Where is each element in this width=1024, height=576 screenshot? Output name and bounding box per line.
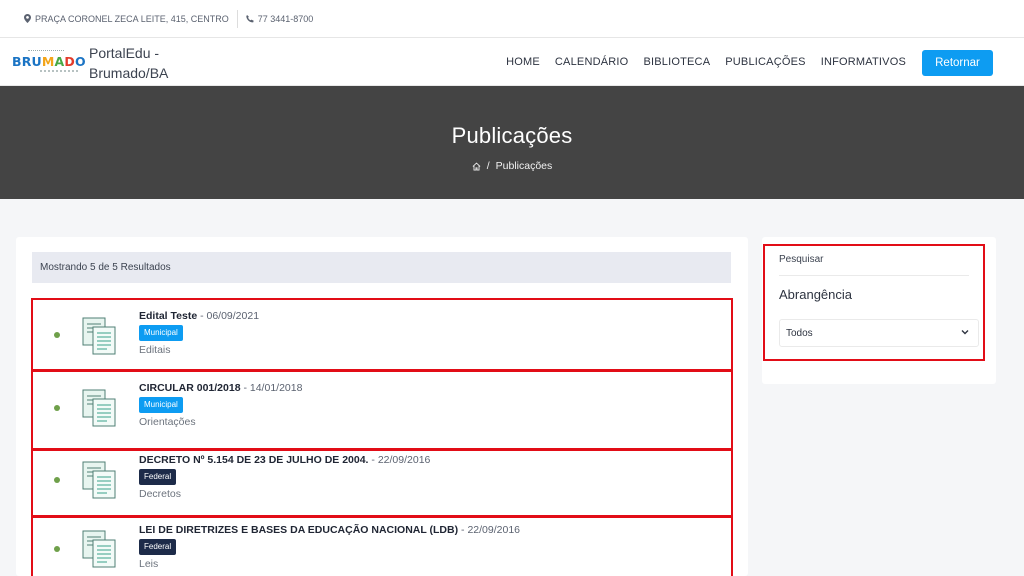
page-title: Publicações — [451, 123, 573, 148]
divider — [236, 9, 238, 28]
logo-top-text-line — [28, 50, 64, 54]
nav-home[interactable]: HOME — [506, 56, 540, 68]
location-pin-icon — [24, 14, 31, 23]
publication-date: - 22/09/2016 — [461, 524, 520, 536]
chevron-down-icon — [961, 330, 969, 335]
publication-info: CIRCULAR 001/2018 - 14/01/2018 Municipal… — [139, 382, 302, 428]
publication-item[interactable]: Edital Teste - 06/09/2021 Municipal Edit… — [31, 298, 733, 371]
scope-badge: Federal — [139, 539, 177, 555]
divider — [779, 275, 969, 276]
publication-date: - 14/01/2018 — [243, 382, 303, 394]
publication-title-line: LEI DE DIRETRIZES E BASES DA EDUCAÇÃO NA… — [139, 524, 520, 536]
brand-title-line1: PortalEdu - — [89, 45, 160, 61]
nav-biblioteca[interactable]: BIBLIOTECA — [643, 56, 710, 68]
publication-category: Decretos — [139, 488, 182, 500]
publication-date: - 06/09/2021 — [200, 310, 260, 322]
publication-title-line: DECRETO Nº 5.154 DE 23 DE JULHO DE 2004.… — [139, 454, 430, 466]
search-label: Pesquisar — [779, 254, 824, 265]
publication-category: Editais — [139, 344, 171, 356]
status-dot — [54, 405, 60, 411]
publication-info: DECRETO Nº 5.154 DE 23 DE JULHO DE 2004.… — [139, 454, 430, 500]
publication-title[interactable]: CIRCULAR 001/2018 — [139, 382, 241, 394]
publication-category: Orientações — [139, 416, 196, 428]
publication-title[interactable]: DECRETO Nº 5.154 DE 23 DE JULHO DE 2004. — [139, 454, 368, 466]
select-value: Todos — [786, 327, 813, 339]
publication-title-line: CIRCULAR 001/2018 - 14/01/2018 — [139, 382, 302, 394]
status-dot — [54, 332, 60, 338]
scope-badge: Municipal — [139, 397, 183, 413]
publication-item[interactable]: LEI DE DIRETRIZES E BASES DA EDUCAÇÃO NA… — [31, 516, 733, 576]
publication-title[interactable]: Edital Teste — [139, 310, 197, 322]
logo-subtitle-line — [40, 70, 78, 74]
publication-item[interactable]: CIRCULAR 001/2018 - 14/01/2018 Municipal… — [31, 370, 733, 450]
document-icon — [82, 530, 116, 568]
nav-publicacoes[interactable]: PUBLICAÇÕES — [725, 56, 805, 68]
results-summary: Mostrando 5 de 5 Resultados — [32, 252, 731, 283]
scope-badge: Municipal — [139, 325, 183, 341]
publication-date: - 22/09/2016 — [371, 454, 431, 466]
home-icon[interactable] — [472, 161, 481, 171]
scope-badge: Federal — [139, 469, 177, 485]
main-navbar: BRUMADO PortalEdu - Brumado/BA HOME CALE… — [0, 38, 1024, 86]
phone-icon — [246, 14, 254, 22]
publication-title[interactable]: LEI DE DIRETRIZES E BASES DA EDUCAÇÃO NA… — [139, 524, 458, 536]
publications-panel: Mostrando 5 de 5 Resultados Edital Teste… — [16, 237, 748, 576]
filter-box: Pesquisar Abrangência Todos — [763, 244, 985, 361]
status-dot — [54, 477, 60, 483]
publication-info: LEI DE DIRETRIZES E BASES DA EDUCAÇÃO NA… — [139, 524, 520, 570]
nav-calendario[interactable]: CALENDÁRIO — [555, 56, 629, 68]
brand-title-line2: Brumado/BA — [89, 65, 169, 81]
retornar-button[interactable]: Retornar — [922, 50, 993, 76]
filter-sidebar: Pesquisar Abrangência Todos — [762, 237, 996, 384]
brumado-logo[interactable]: BRUMADO — [12, 50, 86, 76]
address-text: PRAÇA CORONEL ZECA LEITE, 415, CENTRO — [35, 13, 229, 24]
phone-text: 77 3441-8700 — [257, 13, 314, 24]
publication-category: Leis — [139, 558, 159, 570]
page-header: Publicações / Publicações — [0, 86, 1024, 199]
publication-item[interactable]: DECRETO Nº 5.154 DE 23 DE JULHO DE 2004.… — [31, 449, 733, 517]
document-icon — [82, 461, 116, 499]
brand-title[interactable]: PortalEdu - Brumado/BA — [89, 43, 168, 83]
publication-info: Edital Teste - 06/09/2021 Municipal Edit… — [139, 310, 259, 356]
breadcrumb-current: Publicações — [495, 160, 553, 172]
breadcrumb-separator: / — [486, 160, 490, 172]
nav-informativos[interactable]: INFORMATIVOS — [821, 56, 906, 68]
phone-info: 77 3441-8700 — [246, 13, 314, 24]
document-icon — [82, 389, 116, 427]
address-info: PRAÇA CORONEL ZECA LEITE, 415, CENTRO — [24, 14, 229, 24]
breadcrumb: / Publicações — [0, 160, 1024, 172]
abrangencia-heading: Abrangência — [779, 287, 852, 302]
nav-menu: HOME CALENDÁRIO BIBLIOTECA PUBLICAÇÕES I… — [506, 38, 906, 86]
document-icon — [82, 317, 116, 355]
abrangencia-select[interactable]: Todos — [779, 319, 979, 347]
logo-wordmark: BRUMADO — [12, 54, 86, 69]
status-dot — [54, 546, 60, 552]
publication-title-line: Edital Teste - 06/09/2021 — [139, 310, 259, 322]
top-info-bar: PRAÇA CORONEL ZECA LEITE, 415, CENTRO 77… — [0, 0, 1024, 38]
